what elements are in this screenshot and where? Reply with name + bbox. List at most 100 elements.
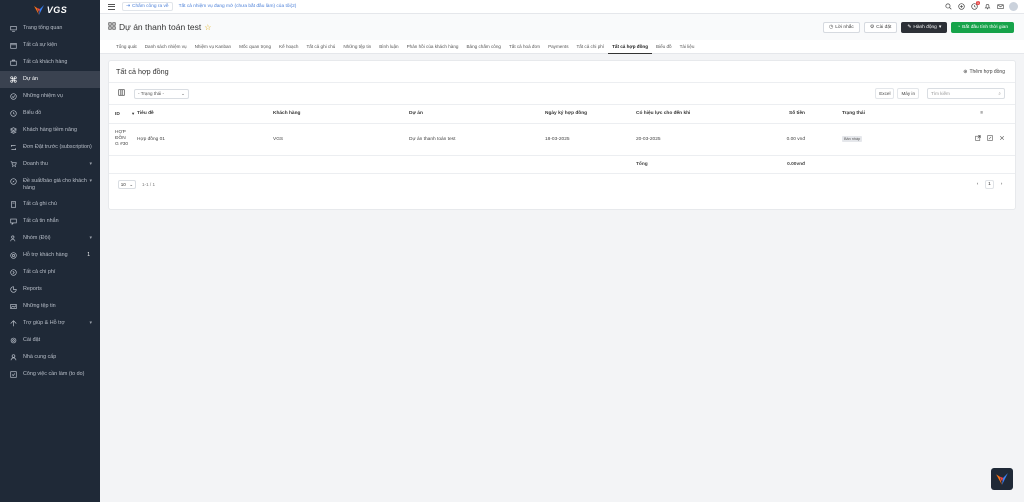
column-header-id[interactable]: ID ▼ (109, 105, 137, 124)
tab-6[interactable]: Những tệp tin (339, 40, 375, 54)
add-contract-button[interactable]: ⊕ Thêm hợp đồng (963, 69, 1005, 75)
calendar-icon (9, 41, 18, 50)
column-header-valid-until[interactable]: Có hiệu lực cho đến khi (636, 105, 776, 124)
sidebar-item-17[interactable]: Trợ giúp & Hỗ trợ ▾ (0, 315, 100, 332)
add-circle-icon[interactable] (957, 2, 966, 11)
sidebar-item-2[interactable]: Tất cả khách hàng (0, 54, 100, 71)
sidebar-item-1[interactable]: Tất cả sự kiện (0, 37, 100, 54)
floating-brand-icon[interactable] (991, 468, 1013, 490)
tab-3[interactable]: Mốc quan trọng (235, 40, 275, 54)
total-label: Tổng (636, 155, 776, 174)
user-avatar[interactable] (1009, 2, 1018, 11)
table-header-row: ID ▼ Tiêu đề Khách hàng Dự án Ngày ký hợ… (109, 105, 1015, 124)
chevron-down-icon: ▾ (89, 235, 92, 241)
sidebar-item-7[interactable]: Đơn Đặt trước (subscription) (0, 139, 100, 156)
cell-signed-date: 18-03-2025 (545, 123, 636, 156)
tab-4[interactable]: Kế hoạch (275, 40, 302, 54)
tab-12[interactable]: Tất cả chi phí (573, 40, 609, 54)
dashboard-icon (9, 24, 18, 33)
tab-8[interactable]: Phản hồi của khách hàng (403, 40, 463, 54)
column-header-amount[interactable]: Số tiền (776, 105, 810, 124)
column-header-title[interactable]: Tiêu đề (137, 105, 273, 124)
tab-0[interactable]: Tổng quát (112, 40, 141, 54)
tab-10[interactable]: Tất cả hoá đơn (505, 40, 544, 54)
start-timer-button[interactable]: ◔ Bắt đầu tính thời gian (951, 22, 1014, 33)
page-size-select[interactable]: 10 ⌄ (118, 180, 136, 189)
reminder-button[interactable]: ◷ Lời nhắc (823, 22, 860, 33)
status-filter-value: - Trạng thái - (138, 91, 165, 96)
print-button[interactable]: Máy in (897, 88, 919, 99)
sidebar-item-8[interactable]: Doanh thu ▾ (0, 156, 100, 173)
sidebar-item-10[interactable]: Tất cả ghi chú (0, 196, 100, 213)
tab-2[interactable]: Nhiệm vụ Kanban (191, 40, 236, 54)
column-header-client[interactable]: Khách hàng (273, 105, 409, 124)
sidebar-item-13[interactable]: Hỗ trợ khách hàng 1 (0, 247, 100, 264)
cell-client[interactable]: VGS (273, 123, 409, 156)
clock-icon[interactable]: 1 (970, 1, 980, 11)
page-range: 1-1 / 1 (142, 182, 156, 187)
column-options-icon[interactable]: ≡ (910, 105, 1015, 124)
edit-icon[interactable] (987, 135, 993, 143)
cell-project[interactable]: Dự án thanh toán test (409, 123, 545, 156)
sidebar-item-19[interactable]: Nhà cung cấp (0, 349, 100, 366)
topbar: ⇥ Chấm công ra về Tất cả nhiệm vụ đang m… (100, 0, 1024, 14)
chevron-down-icon: ⌄ (129, 181, 134, 187)
chevron-down-icon: ▾ (938, 25, 942, 30)
current-page[interactable]: 1 (985, 179, 994, 189)
timecard-button[interactable]: ⇥ Chấm công ra về (122, 2, 173, 11)
status-filter-select[interactable]: - Trạng thái - ⌄ (134, 88, 189, 99)
cell-title[interactable]: Hợp đồng 01 (137, 123, 273, 156)
settings-button[interactable]: ⚙ Cài đặt (863, 22, 898, 33)
sidebar-item-label: Doanh thu (23, 161, 48, 167)
sidebar-item-11[interactable]: Tất cả tin nhắn (0, 213, 100, 230)
menu-toggle-icon[interactable] (108, 3, 115, 10)
clock-icon (9, 109, 18, 118)
briefcase-icon (9, 58, 18, 67)
next-page-icon[interactable]: › (997, 180, 1006, 189)
sidebar-item-14[interactable]: Tất cả chi phí (0, 264, 100, 281)
cell-id[interactable]: HỢP ĐỒNG #30 (109, 123, 137, 156)
star-icon[interactable]: ☆ (204, 23, 211, 32)
sidebar-item-6[interactable]: Khách hàng tiềm năng (0, 122, 100, 139)
brand-logo[interactable]: VGS (0, 0, 100, 20)
sidebar-item-18[interactable]: Cài đặt (0, 332, 100, 349)
tab-9[interactable]: Bảng chấm công (462, 40, 504, 54)
actions-label: Hành động (913, 25, 937, 30)
open-tasks-link[interactable]: Tất cả nhiệm vụ đang mở (chưa bắt đầu là… (179, 4, 297, 9)
sidebar-item-15[interactable]: Reports (0, 281, 100, 298)
tab-15[interactable]: Tài liệu (676, 40, 699, 54)
gear-icon: ⚙ (869, 25, 875, 30)
excel-export-button[interactable]: Excel (875, 88, 895, 99)
column-header-signed-date[interactable]: Ngày ký hợp đồng (545, 105, 636, 124)
sidebar-item-label: Tất cả ghi chú (23, 201, 57, 207)
sidebar-item-16[interactable]: Những tệp tin (0, 298, 100, 315)
search-icon[interactable] (944, 2, 953, 11)
column-header-status[interactable]: Trạng thái (810, 105, 910, 124)
external-link-icon[interactable] (975, 135, 981, 143)
tab-11[interactable]: Payments (544, 40, 572, 54)
sidebar-item-4[interactable]: Những nhiệm vụ (0, 88, 100, 105)
mail-icon[interactable] (996, 2, 1005, 11)
close-icon[interactable] (999, 135, 1005, 143)
sidebar-item-3[interactable]: Dự án (0, 71, 100, 88)
tab-13[interactable]: Tất cả hợp đồng (608, 40, 653, 54)
sidebar-item-20[interactable]: Công việc cần làm (to do) (0, 366, 100, 383)
brand-name: VGS (46, 5, 68, 15)
column-header-project[interactable]: Dự án (409, 105, 545, 124)
tab-1[interactable]: Danh sách nhiệm vụ (141, 40, 191, 54)
bell-icon[interactable] (983, 2, 992, 11)
columns-toggle-icon[interactable] (118, 89, 125, 98)
tab-5[interactable]: Tất cả ghi chú (302, 40, 339, 54)
tab-7[interactable]: Bình luận (375, 40, 402, 54)
search-input[interactable]: Tìm kiếm ⌕ (927, 88, 1005, 99)
sidebar-item-0[interactable]: Trang tổng quan (0, 20, 100, 37)
clock-icon: ◷ (829, 25, 834, 30)
sidebar-item-label: Cài đặt (23, 337, 41, 343)
prev-page-icon[interactable]: ‹ (973, 180, 982, 189)
tab-14[interactable]: Biểu đồ (652, 40, 676, 54)
sidebar-item-5[interactable]: Biểu đồ (0, 105, 100, 122)
sidebar-item-9[interactable]: Đề suất/báo giá cho khách hàng ▾ (0, 173, 100, 196)
actions-dropdown-button[interactable]: ✎ Hành động ▾ (901, 22, 948, 33)
sidebar-item-label: Nhóm (Đội) (23, 235, 51, 241)
sidebar-item-12[interactable]: Nhóm (Đội) ▾ (0, 230, 100, 247)
